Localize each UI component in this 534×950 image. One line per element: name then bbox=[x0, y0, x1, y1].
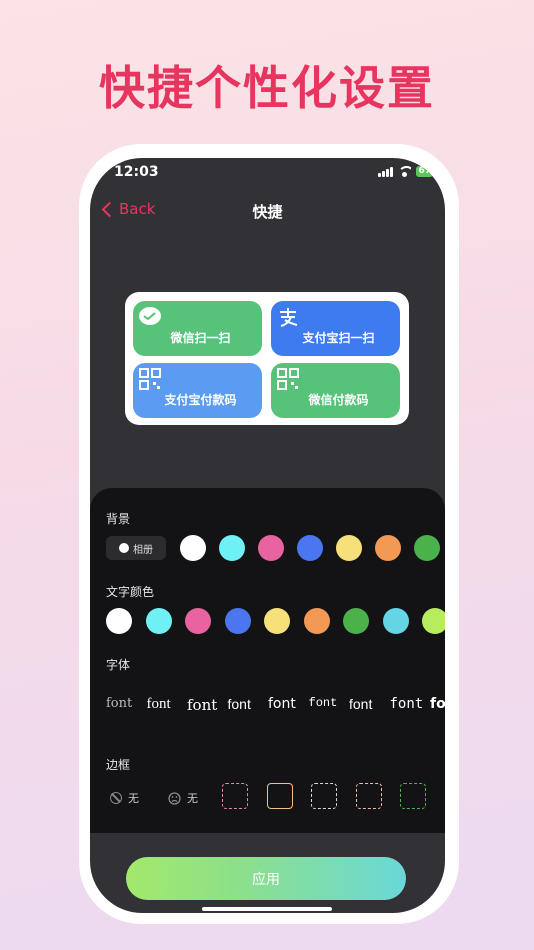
text-color-swatch[interactable] bbox=[185, 608, 211, 634]
qr-icon bbox=[139, 368, 161, 390]
battery-icon: 67 bbox=[416, 166, 433, 177]
border-style-option[interactable] bbox=[222, 783, 248, 809]
album-label: 相册 bbox=[133, 544, 153, 556]
border-none-label: 无 bbox=[187, 792, 198, 805]
qr-icon bbox=[277, 368, 299, 390]
background-section-label: 背景 bbox=[106, 512, 131, 526]
text-color-swatch[interactable] bbox=[382, 608, 409, 634]
no-symbol-icon bbox=[110, 792, 122, 804]
album-button[interactable]: 相册 bbox=[106, 536, 166, 560]
background-color-swatch[interactable] bbox=[180, 535, 206, 561]
tile-label: 微信扫一扫 bbox=[170, 331, 231, 345]
border-none-option-2[interactable]: 无 bbox=[168, 790, 198, 806]
font-section-label: 字体 bbox=[106, 658, 131, 672]
text-color-swatch[interactable] bbox=[145, 608, 172, 634]
border-style-option[interactable] bbox=[311, 783, 337, 809]
background-color-swatch[interactable] bbox=[219, 535, 245, 561]
text-color-swatch[interactable] bbox=[343, 608, 369, 634]
font-option[interactable]: font bbox=[147, 696, 171, 713]
wechat-icon bbox=[139, 307, 161, 325]
text-color-swatch[interactable] bbox=[106, 608, 132, 634]
text-color-swatch[interactable] bbox=[303, 608, 330, 634]
nav-bar: Back 快捷 bbox=[90, 196, 445, 226]
background-color-swatch[interactable] bbox=[375, 535, 401, 561]
font-option[interactable]: font bbox=[268, 696, 296, 712]
signal-icon bbox=[378, 166, 394, 177]
font-option[interactable]: font bbox=[349, 696, 372, 712]
border-section-label: 边框 bbox=[106, 758, 131, 772]
wifi-icon bbox=[398, 166, 412, 177]
text-color-swatch[interactable] bbox=[224, 608, 251, 634]
border-none-label: 无 bbox=[128, 792, 139, 805]
text-color-section-label: 文字颜色 bbox=[106, 585, 155, 599]
phone-screen: 12:03 67 Back 快捷 微信扫一扫 支付宝扫一扫 支付宝付款码 微信付… bbox=[90, 158, 445, 913]
tile-label: 支付宝扫一扫 bbox=[302, 331, 375, 345]
font-option[interactable]: font bbox=[228, 696, 251, 712]
font-option[interactable]: font bbox=[187, 696, 217, 714]
background-color-swatch[interactable] bbox=[258, 535, 284, 561]
status-bar: 12:03 67 bbox=[114, 162, 433, 184]
font-option[interactable]: font bbox=[390, 696, 424, 712]
font-option[interactable]: font bbox=[309, 696, 338, 710]
nav-title: 快捷 bbox=[252, 203, 283, 221]
customization-panel: 背景 相册 文字颜色 字体 font font font font font font fo… bbox=[90, 488, 445, 833]
page-headline: 快捷个性化设置 bbox=[99, 61, 435, 115]
alipay-icon bbox=[280, 308, 298, 327]
text-color-swatch[interactable] bbox=[422, 608, 445, 634]
background-color-swatch[interactable] bbox=[336, 535, 362, 561]
tile-wechat-paycode[interactable]: 微信付款码 bbox=[271, 363, 400, 418]
shortcut-widget-preview: 微信扫一扫 支付宝扫一扫 支付宝付款码 微信付款码 bbox=[125, 292, 409, 425]
tile-label: 微信付款码 bbox=[308, 393, 369, 407]
tile-alipay-scan[interactable]: 支付宝扫一扫 bbox=[271, 301, 400, 356]
tile-label: 支付宝付款码 bbox=[164, 393, 237, 407]
sad-face-icon bbox=[168, 791, 181, 805]
apply-button[interactable]: 应用 bbox=[126, 857, 406, 900]
album-dot-icon bbox=[119, 543, 129, 553]
status-time: 12:03 bbox=[114, 164, 159, 180]
text-color-swatch[interactable] bbox=[264, 608, 290, 634]
home-indicator bbox=[202, 907, 332, 911]
background-color-swatch[interactable] bbox=[297, 535, 323, 561]
background-color-swatch[interactable] bbox=[414, 535, 440, 561]
border-none-option[interactable]: 无 bbox=[110, 790, 139, 806]
border-style-option[interactable] bbox=[266, 783, 293, 809]
tile-alipay-paycode[interactable]: 支付宝付款码 bbox=[133, 363, 262, 418]
font-option[interactable]: font bbox=[106, 696, 132, 711]
border-style-option[interactable] bbox=[355, 783, 382, 809]
border-style-option[interactable] bbox=[400, 783, 426, 809]
tile-wechat-scan[interactable]: 微信扫一扫 bbox=[133, 301, 262, 356]
font-option[interactable]: font bbox=[430, 696, 445, 712]
